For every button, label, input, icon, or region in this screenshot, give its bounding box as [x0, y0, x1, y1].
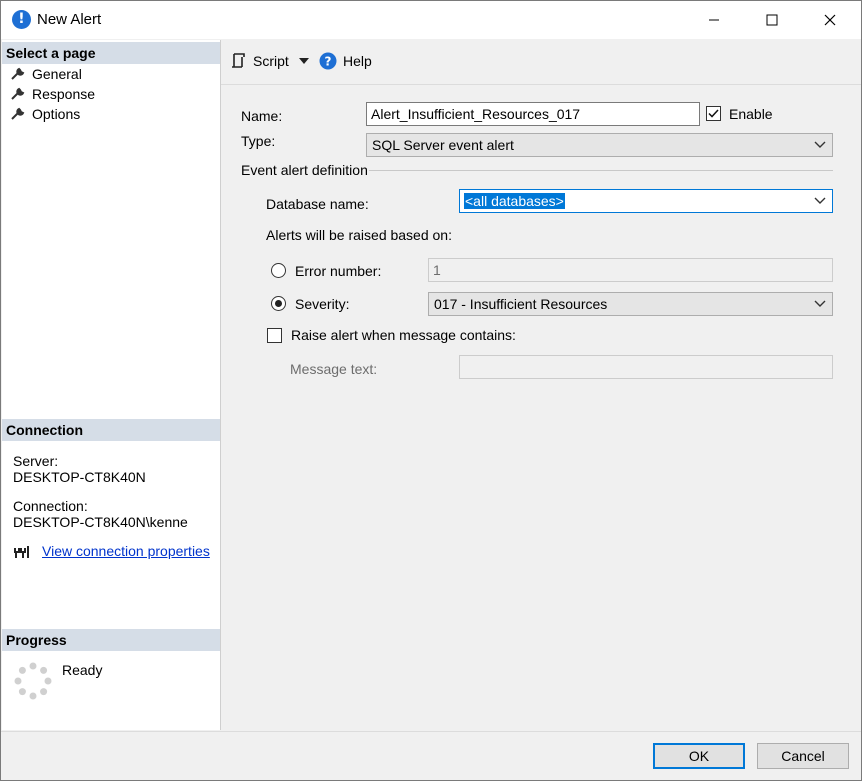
toolbar: Script ? Help [221, 40, 861, 85]
raise-when-contains-checkbox[interactable] [267, 328, 282, 343]
severity-select[interactable]: 017 - Insufficient Resources [428, 292, 833, 316]
script-icon [232, 53, 245, 68]
raise-when-contains-label[interactable]: Raise alert when message contains: [291, 326, 516, 344]
svg-text:?: ? [325, 55, 332, 69]
section-divider [369, 170, 833, 171]
wrench-icon [11, 67, 25, 80]
left-pane: Select a page General Response Options C… [2, 40, 220, 730]
name-label: Name: [241, 108, 283, 124]
message-text-label: Message text: [290, 361, 378, 377]
severity-radio[interactable] [271, 296, 286, 311]
type-label: Type: [241, 133, 276, 149]
minimize-button[interactable] [691, 1, 737, 39]
error-number-radio[interactable] [271, 263, 286, 278]
select-page-header: Select a page [2, 42, 220, 64]
script-button[interactable]: Script [230, 52, 309, 70]
page-item-label: General [32, 66, 82, 82]
raised-based-on-label: Alerts will be raised based on: [266, 227, 452, 243]
progress-header: Progress [2, 629, 220, 651]
maximize-icon [766, 14, 778, 26]
close-icon [824, 14, 836, 26]
severity-value: 017 - Insufficient Resources [434, 296, 608, 312]
right-pane: Script ? Help Name: Alert_Insufficient_R… [221, 40, 861, 730]
type-value: SQL Server event alert [372, 137, 514, 153]
close-button[interactable] [807, 1, 853, 39]
severity-label[interactable]: Severity: [295, 295, 349, 313]
dropdown-arrow-icon[interactable] [298, 58, 309, 64]
maximize-button[interactable] [749, 1, 795, 39]
page-item-general[interactable]: General [10, 64, 82, 84]
connection-value: DESKTOP-CT8K40N\kenne [13, 514, 188, 530]
event-alert-definition-label: Event alert definition [241, 162, 368, 178]
radio-selected-dot [275, 300, 282, 307]
ok-button[interactable]: OK [653, 743, 745, 769]
error-number-label[interactable]: Error number: [295, 262, 381, 280]
database-name-label: Database name: [266, 196, 369, 212]
dialog-button-bar: OK Cancel [1, 731, 861, 780]
help-label: Help [343, 53, 372, 69]
name-input[interactable]: Alert_Insufficient_Resources_017 [366, 102, 700, 126]
page-item-label: Options [32, 106, 81, 122]
database-name-select[interactable]: <all databases> [459, 189, 833, 213]
progress-status: Ready [62, 662, 103, 678]
message-text-input[interactable] [459, 355, 833, 379]
new-alert-dialog: ! New Alert Select a page General Respon… [0, 0, 862, 781]
alert-info-icon: ! [12, 10, 31, 29]
connection-plug-icon [14, 546, 29, 558]
wrench-icon [11, 87, 25, 100]
window-title: New Alert [37, 11, 102, 28]
chevron-down-icon [814, 300, 826, 307]
database-name-value: <all databases> [464, 193, 565, 209]
chevron-down-icon [814, 197, 826, 204]
help-icon: ? [319, 52, 337, 70]
page-item-label: Response [32, 86, 96, 102]
connection-header: Connection [2, 419, 220, 441]
server-value: DESKTOP-CT8K40N [13, 469, 146, 485]
chevron-down-icon [814, 141, 826, 148]
page-item-response[interactable]: Response [10, 84, 95, 104]
minimize-icon [709, 19, 719, 21]
help-button[interactable]: ? Help [319, 52, 372, 70]
enable-checkbox[interactable] [706, 106, 721, 121]
wrench-icon [11, 107, 25, 120]
progress-spinner-icon [14, 662, 52, 700]
script-label: Script [253, 53, 289, 69]
enable-label[interactable]: Enable [729, 105, 773, 123]
view-connection-properties-link[interactable]: View connection properties [42, 542, 210, 560]
title-bar[interactable]: ! New Alert [1, 1, 861, 39]
type-select[interactable]: SQL Server event alert [366, 133, 833, 157]
checkmark-icon [708, 109, 719, 118]
cancel-button[interactable]: Cancel [757, 743, 849, 769]
page-item-options[interactable]: Options [10, 104, 80, 124]
error-number-input[interactable]: 1 [428, 258, 833, 282]
